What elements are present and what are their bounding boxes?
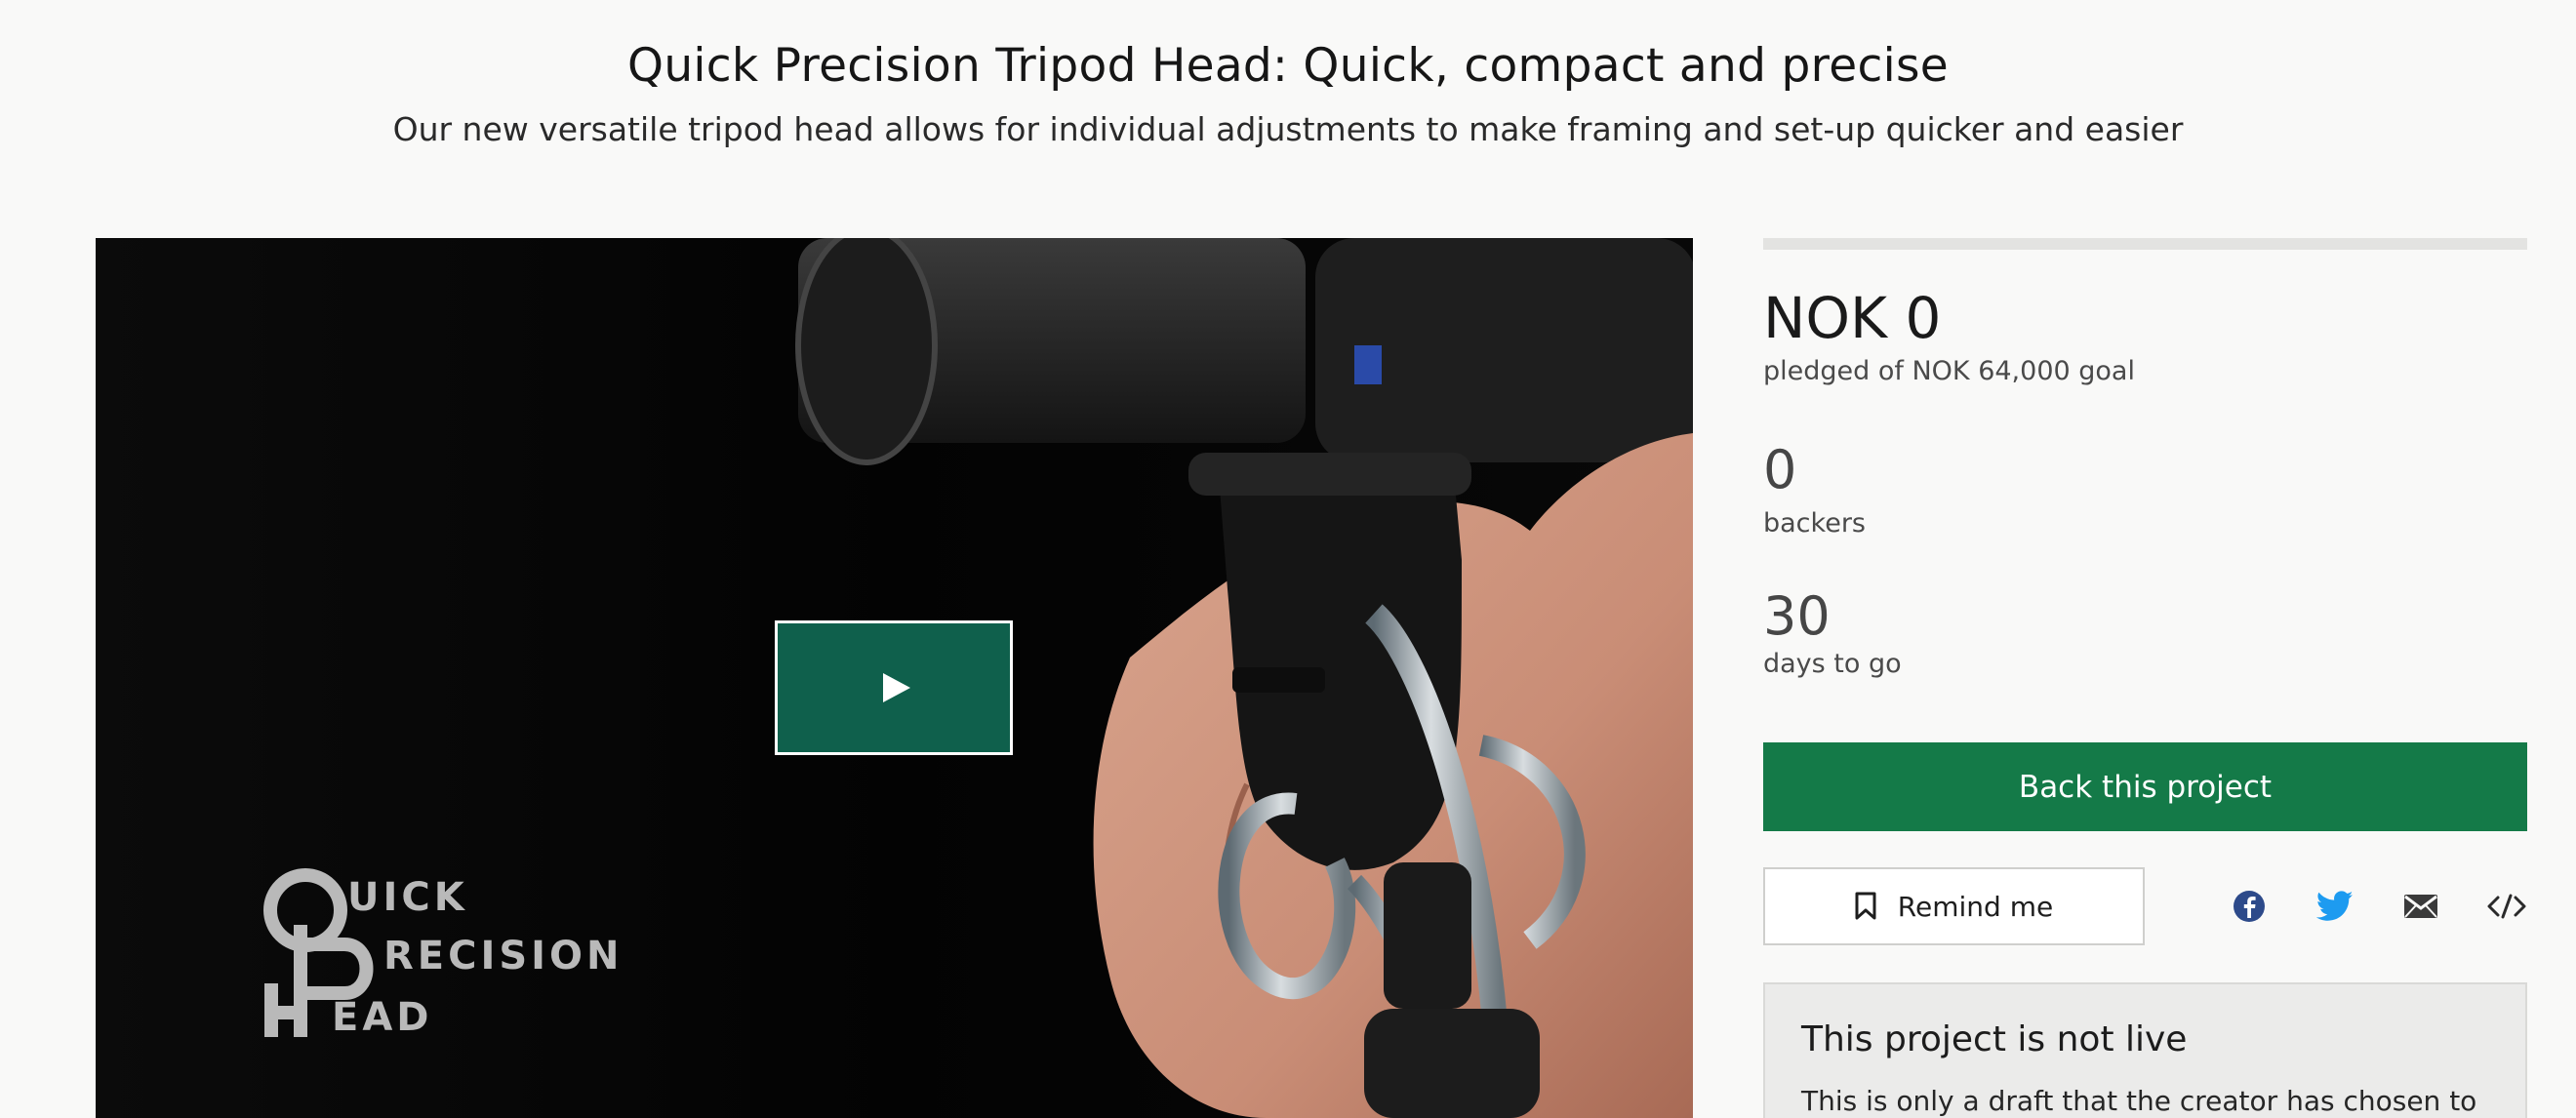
not-live-title: This project is not live bbox=[1801, 1019, 2188, 1059]
remind-me-button[interactable]: Remind me bbox=[1763, 867, 2145, 945]
quick-precision-head-logo: UICK RECISION EAD bbox=[263, 868, 624, 1040]
remind-me-label: Remind me bbox=[1897, 890, 2054, 923]
svg-text:EAD: EAD bbox=[332, 995, 432, 1040]
days-count: 30 bbox=[1763, 585, 1831, 647]
back-this-project-button[interactable]: Back this project bbox=[1763, 742, 2527, 831]
project-page: Quick Precision Tripod Head: Quick, comp… bbox=[0, 0, 2576, 1118]
svg-text:RECISION: RECISION bbox=[383, 934, 624, 978]
backers-count: 0 bbox=[1763, 439, 1797, 500]
embed-icon[interactable] bbox=[2484, 884, 2529, 929]
svg-text:UICK: UICK bbox=[347, 875, 468, 920]
play-icon bbox=[883, 673, 910, 702]
project-video[interactable]: UICK RECISION EAD bbox=[96, 238, 1693, 1118]
not-live-notice: This project is not live This is only a … bbox=[1763, 982, 2527, 1118]
play-button[interactable] bbox=[775, 620, 1013, 755]
pledged-goal: pledged of NOK 64,000 goal bbox=[1763, 356, 2135, 386]
facebook-icon[interactable] bbox=[2227, 884, 2272, 929]
back-button-label: Back this project bbox=[2018, 769, 2273, 805]
project-title: Quick Precision Tripod Head: Quick, comp… bbox=[627, 39, 1949, 93]
days-label: days to go bbox=[1763, 649, 1902, 679]
project-subtitle: Our new versatile tripod head allows for… bbox=[392, 110, 2184, 148]
not-live-text: This is only a draft that the creator ha… bbox=[1801, 1085, 2477, 1117]
bookmark-icon bbox=[1855, 892, 1876, 920]
backers-label: backers bbox=[1763, 508, 1866, 539]
twitter-icon[interactable] bbox=[2313, 884, 2357, 929]
email-icon[interactable] bbox=[2398, 884, 2443, 929]
funding-progress-bar bbox=[1763, 238, 2527, 250]
pledged-amount: NOK 0 bbox=[1763, 285, 1942, 351]
